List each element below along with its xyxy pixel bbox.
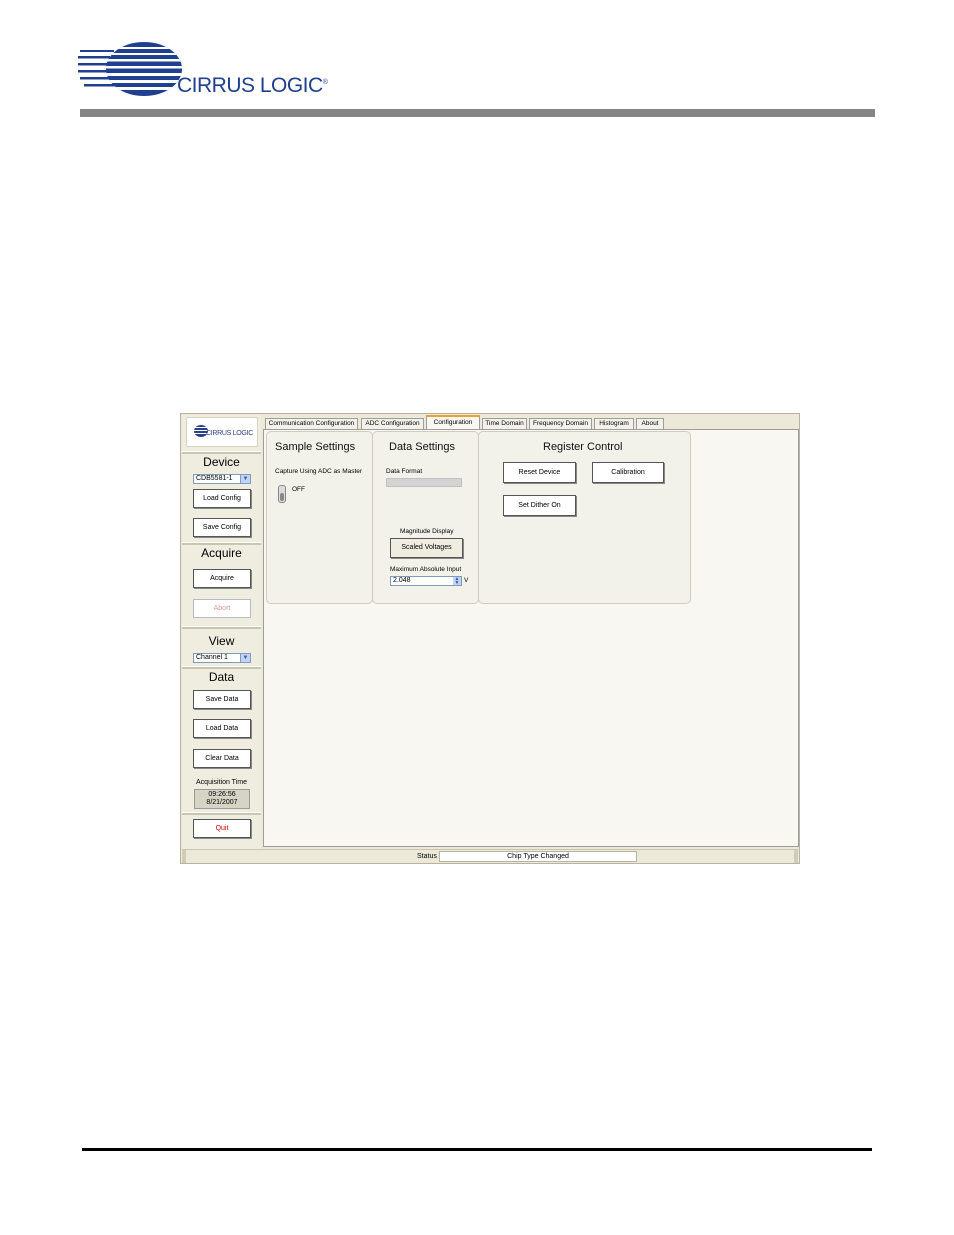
chevron-down-icon: ▼: [240, 475, 250, 483]
sidebar-logo: CIRRUS LOGIC: [186, 417, 258, 447]
divider: [182, 451, 261, 454]
sidebar-logo-text: CIRRUS LOGIC: [206, 430, 253, 437]
tab-histogram[interactable]: Histogram: [594, 418, 634, 429]
data-format-label: Data Format: [386, 468, 423, 475]
abort-button[interactable]: Abort: [193, 599, 251, 618]
tab-time-domain[interactable]: Time Domain: [482, 418, 527, 429]
data-heading: Data: [208, 670, 235, 684]
sample-settings-title: Sample Settings: [275, 441, 356, 453]
acquisition-time: 09:26:56: [208, 791, 236, 798]
acquisition-date: 8/21/2007: [206, 799, 238, 806]
status-strip-right: [794, 850, 798, 863]
status-strip-left: [182, 850, 186, 863]
save-data-button[interactable]: Save Data: [193, 690, 251, 709]
tab-configuration[interactable]: Configuration: [426, 415, 480, 430]
max-input-value: 2.048: [393, 577, 411, 584]
tab-about[interactable]: About: [636, 418, 664, 429]
acquisition-time-display: 09:26:56 8/21/2007: [194, 789, 250, 809]
load-config-button[interactable]: Load Config: [193, 489, 251, 508]
clear-data-button[interactable]: Clear Data: [193, 749, 251, 768]
sample-settings-panel: Sample Settings Capture Using ADC as Mas…: [266, 431, 373, 604]
max-input-unit: V: [464, 577, 469, 584]
max-input-field[interactable]: 2.048 ▲ ▼: [390, 576, 462, 586]
device-select[interactable]: CDB5581-1 ▼: [193, 474, 251, 484]
load-data-button[interactable]: Load Data: [193, 719, 251, 738]
status-label: Status: [417, 853, 437, 860]
brand-wordmark: CIRRUS LOGIC®: [177, 74, 328, 97]
channel-select-value: Channel 1: [196, 654, 228, 661]
device-select-value: CDB5581-1: [196, 475, 233, 482]
chevron-down-icon: ▼: [240, 654, 250, 662]
tab-frequency-domain[interactable]: Frequency Domain: [529, 418, 592, 429]
calibration-button[interactable]: Calibration: [592, 462, 664, 483]
capture-master-toggle[interactable]: [278, 485, 286, 503]
data-format-field: [386, 478, 462, 487]
app-window: CIRRUS LOGIC Device CDB5581-1 ▼ Load Con…: [180, 413, 800, 864]
tab-communication-configuration[interactable]: Communication Configuration: [265, 418, 358, 429]
set-dither-button[interactable]: Set Dither On: [503, 495, 576, 516]
save-config-button[interactable]: Save Config: [193, 518, 251, 537]
magnitude-display-label: Magnitude Display: [400, 528, 454, 535]
toggle-state-label: OFF: [292, 486, 305, 493]
configuration-panel: Sample Settings Capture Using ADC as Mas…: [263, 429, 799, 847]
acquire-button[interactable]: Acquire: [193, 569, 251, 588]
acquisition-time-label: Acquisition Time: [196, 779, 247, 786]
register-control-title: Register Control: [543, 441, 623, 453]
device-heading: Device: [203, 455, 240, 469]
register-control-panel: Register Control Reset Device Calibratio…: [478, 431, 691, 604]
header-divider: [80, 109, 875, 117]
scaled-voltages-button[interactable]: Scaled Voltages: [390, 538, 463, 558]
toggle-knob: [280, 493, 284, 501]
divider: [182, 626, 261, 629]
divider: [182, 666, 261, 669]
view-heading: View: [208, 634, 235, 648]
data-settings-title: Data Settings: [389, 441, 456, 453]
acquire-heading: Acquire: [201, 546, 242, 560]
spinner-arrows-icon[interactable]: ▲ ▼: [453, 577, 461, 586]
max-input-label: Maximum Absolute Input: [390, 566, 462, 573]
status-message: Chip Type Changed: [439, 851, 637, 862]
divider: [182, 812, 261, 815]
channel-select[interactable]: Channel 1 ▼: [193, 653, 251, 663]
sidebar: CIRRUS LOGIC Device CDB5581-1 ▼ Load Con…: [182, 415, 261, 849]
footer-divider: [82, 1148, 872, 1151]
capture-master-label: Capture Using ADC as Master: [275, 468, 363, 475]
quit-button[interactable]: Quit: [193, 819, 251, 838]
data-settings-panel: Data Settings Data Format Magnitude Disp…: [372, 431, 479, 604]
divider: [182, 542, 261, 545]
reset-device-button[interactable]: Reset Device: [503, 462, 576, 483]
status-bar: Status Chip Type Changed: [182, 849, 798, 863]
tab-adc-configuration[interactable]: ADC Configuration: [361, 418, 424, 429]
